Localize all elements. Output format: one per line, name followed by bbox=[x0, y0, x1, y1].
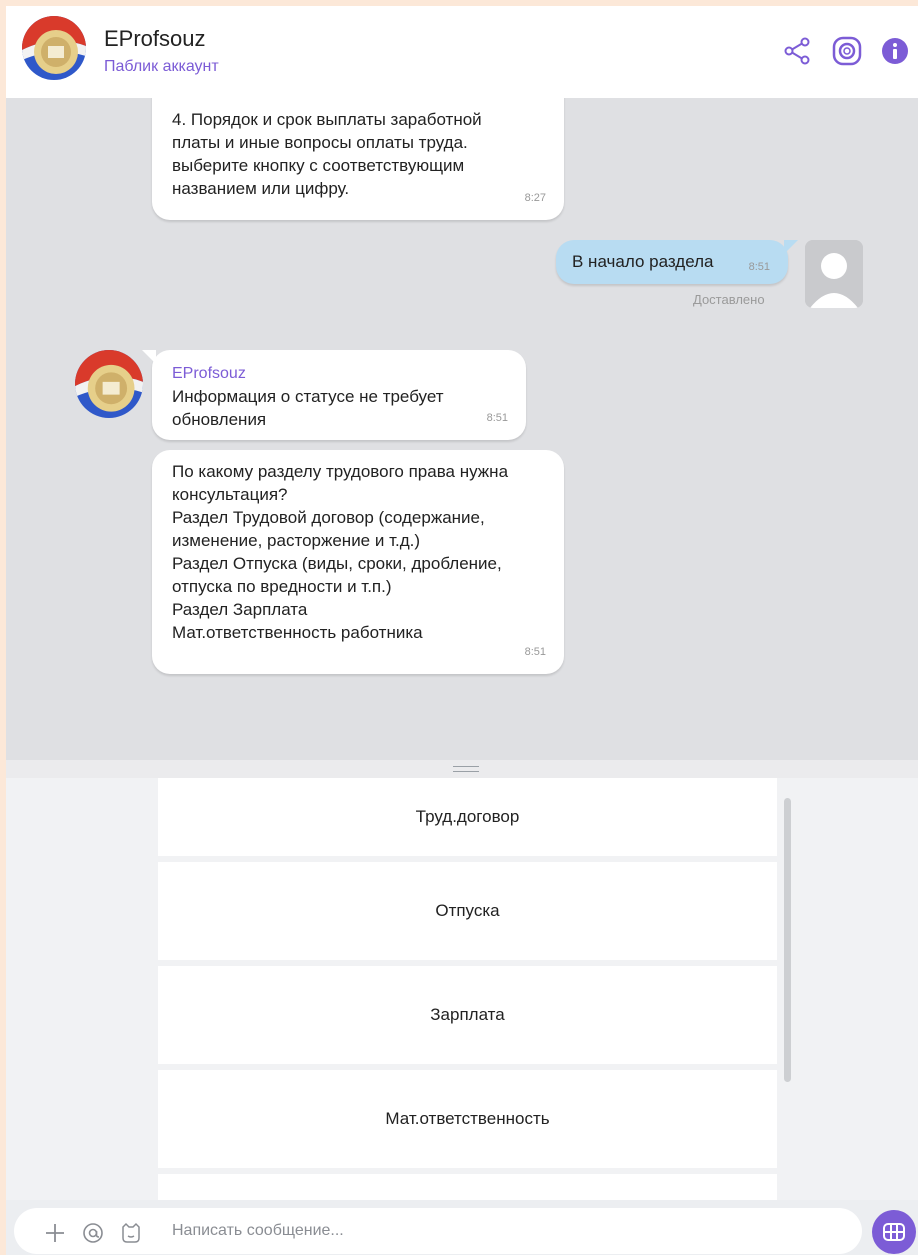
message-time: 8:51 bbox=[748, 261, 770, 273]
outgoing-message: В начало раздела 8:51 bbox=[556, 240, 798, 284]
drag-grip-icon[interactable] bbox=[453, 766, 479, 772]
bot-keyboard: Труд.договор Отпуска Зарплата Мат.ответс… bbox=[6, 778, 918, 1200]
keyboard-button-zarplata[interactable]: Зарплата bbox=[158, 966, 777, 1064]
incoming-message: EProfsouz Информация о статусе не требуе… bbox=[142, 350, 526, 440]
keyboard-toggle-button[interactable] bbox=[872, 1210, 916, 1254]
bot-avatar[interactable] bbox=[75, 350, 143, 418]
incoming-message: По какому разделу трудового права нужна … bbox=[152, 450, 564, 674]
message-text: 4. Порядок и срок выплаты заработной пла… bbox=[172, 110, 482, 198]
keyboard-button-otpuska[interactable]: Отпуска bbox=[158, 862, 777, 960]
keyboard-button-trud-dogovor[interactable]: Труд.договор bbox=[158, 778, 777, 856]
user-avatar[interactable] bbox=[805, 240, 863, 308]
delivery-status: Доставлено bbox=[693, 292, 765, 307]
panel-resize-handle[interactable] bbox=[6, 760, 918, 778]
channel-icon[interactable] bbox=[832, 36, 862, 66]
keyboard-button-mat-otvetstvennost[interactable]: Мат.ответственность bbox=[158, 1070, 777, 1168]
message-input-placeholder: Написать сообщение... bbox=[172, 1222, 344, 1239]
message-input[interactable]: Написать сообщение... bbox=[14, 1208, 862, 1254]
incoming-message: 4. Порядок и срок выплаты заработной пла… bbox=[152, 98, 564, 220]
info-icon[interactable] bbox=[880, 36, 910, 66]
keyboard-icon bbox=[883, 1223, 905, 1241]
account-avatar[interactable] bbox=[22, 16, 86, 80]
composer-bar: Написать сообщение... bbox=[6, 1200, 918, 1255]
account-subtitle[interactable]: Паблик аккаунт bbox=[104, 58, 219, 76]
message-list[interactable]: 4. Порядок и срок выплаты заработной пла… bbox=[6, 98, 918, 760]
keyboard-scrollbar[interactable] bbox=[784, 798, 791, 1082]
message-text: В начало раздела bbox=[572, 252, 714, 271]
message-text: Информация о статусе не требует обновлен… bbox=[172, 387, 444, 429]
mention-icon[interactable] bbox=[82, 1222, 104, 1244]
chat-header: EProfsouz Паблик аккаунт bbox=[6, 6, 918, 98]
message-time: 8:51 bbox=[486, 412, 508, 424]
sticker-icon[interactable] bbox=[120, 1222, 142, 1244]
message-time: 8:27 bbox=[524, 192, 546, 204]
plus-icon[interactable] bbox=[44, 1222, 66, 1244]
message-text: По какому разделу трудового права нужна … bbox=[172, 462, 509, 642]
account-title: EProfsouz bbox=[104, 26, 206, 51]
keyboard-button-partial[interactable] bbox=[158, 1174, 777, 1200]
sender-name[interactable]: EProfsouz bbox=[172, 362, 508, 385]
message-time: 8:51 bbox=[524, 646, 546, 658]
share-icon[interactable] bbox=[782, 36, 812, 66]
